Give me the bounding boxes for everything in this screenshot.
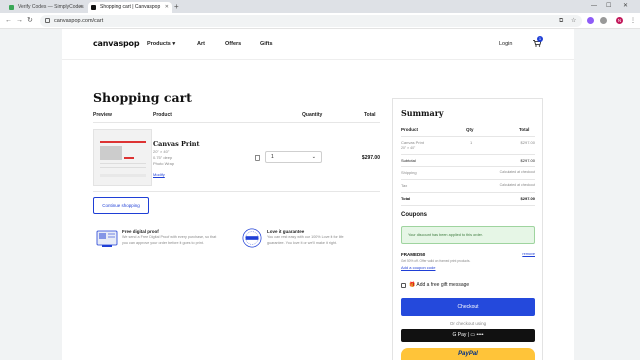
paypal-button[interactable]: PayPal [401, 348, 535, 360]
back-icon[interactable]: ← [5, 16, 12, 26]
feature-text: We send a Free Digital Proof with every … [122, 235, 217, 239]
simplycodes-favicon-icon [9, 5, 14, 10]
url-text: canvaspop.com/cart [54, 18, 104, 24]
maximize-icon[interactable]: ☐ [606, 2, 611, 11]
summary-item-qty: 1 [470, 140, 473, 145]
gift-message-checkbox[interactable] [401, 283, 406, 288]
guarantee-badge-icon [242, 228, 262, 248]
canvaspop-favicon-icon [91, 5, 96, 10]
chevron-down-icon: ⌄ [311, 154, 316, 160]
translate-icon[interactable]: ⧉ [559, 16, 563, 26]
forward-icon[interactable]: → [16, 16, 23, 26]
add-coupon-link[interactable]: Add a coupon code [401, 265, 435, 270]
bookmark-star-icon[interactable]: ☆ [571, 16, 576, 26]
divider [401, 136, 535, 137]
coupon-code: FRAMED50 [401, 252, 426, 257]
subtotal-value: $297.00 [520, 158, 535, 163]
feature-text: guarantee. You love it or we'll make it … [267, 241, 337, 245]
url-field[interactable]: canvaspop.com/cart [40, 15, 582, 27]
profile-avatar[interactable]: N [616, 17, 623, 24]
row-divider [93, 191, 380, 192]
tax-value: Calculated at checkout [499, 183, 535, 187]
gift-message-label[interactable]: 🎁 Add a free gift message [409, 282, 469, 288]
summary-item-size: 20" × 40" [401, 146, 416, 150]
total-value: $297.00 [520, 196, 535, 201]
summary-col-product: Product [401, 127, 419, 132]
site-info-icon[interactable] [45, 18, 50, 23]
summary-item-total: $297.00 [520, 140, 535, 145]
coupon-description: Get 50% off. Offer valid on framed print… [401, 259, 471, 263]
remove-coupon-link[interactable]: remove [513, 252, 535, 256]
product-depth: 0.75" deep [153, 155, 173, 160]
menu-kebab-icon[interactable]: ⋮ [630, 16, 636, 26]
nav-offers[interactable]: Offers [225, 41, 241, 47]
digital-proof-icon [96, 230, 118, 247]
product-size: 20" × 40" [153, 149, 170, 154]
col-product: Product [153, 112, 172, 118]
col-preview: Preview [93, 112, 112, 118]
browser-tab-bar: Verify Codes — SimplyCodes ✕ Shopping ca… [0, 0, 640, 13]
feature-title: Love it guarantee [267, 229, 305, 234]
cart-count-badge: 1 [537, 36, 543, 42]
product-preview-image [93, 129, 152, 186]
page-title: Shopping cart [93, 90, 192, 105]
checkout-button[interactable]: Checkout [401, 298, 535, 316]
reload-icon[interactable]: ↻ [27, 16, 33, 26]
login-link[interactable]: Login [499, 41, 512, 47]
feature-text: You can rest easy with our 100% Love it … [267, 235, 344, 239]
gift-icon: 🎁 [409, 282, 416, 288]
divider [401, 192, 535, 193]
tab-verify-codes[interactable]: Verify Codes — SimplyCodes ✕ [6, 2, 86, 13]
google-pay-button[interactable]: G Pay | ▭ •••• [401, 329, 535, 342]
close-tab-icon[interactable]: ✕ [79, 2, 83, 13]
minimize-icon[interactable]: — [591, 2, 597, 11]
nav-gifts[interactable]: Gifts [260, 41, 273, 47]
modify-link[interactable]: Modify [153, 172, 165, 177]
tax-label: Tax [401, 183, 408, 188]
shipping-label: Shipping [401, 170, 417, 175]
continue-shopping-button[interactable]: Continue shopping [93, 197, 149, 214]
summary-item-name: Canvas Print [401, 140, 424, 145]
product-wrap: Photo Wrap [153, 161, 175, 166]
new-tab-icon[interactable]: + [174, 2, 179, 12]
quantity-select[interactable]: 1 ⌄ [265, 151, 322, 163]
extension-icon[interactable] [587, 17, 594, 24]
or-checkout-text: Or checkout using [449, 321, 487, 326]
feature-title: Free digital proof [122, 229, 159, 234]
site-container: canvaspop Products ▾ Art Offers Gifts Lo… [62, 29, 574, 360]
divider [401, 179, 535, 180]
tab-title: Shopping cart | Canvaspop [100, 4, 161, 10]
site-logo[interactable]: canvaspop [93, 39, 140, 48]
page: canvaspop Products ▾ Art Offers Gifts Lo… [0, 29, 640, 360]
chevron-down-icon: ▾ [172, 41, 176, 47]
tab-title: Verify Codes — SimplyCodes [18, 4, 84, 10]
header-divider [93, 122, 380, 123]
subtotal-label: Subtotal [401, 158, 416, 163]
address-bar: ← → ↻ canvaspop.com/cart ⧉ ☆ N ⋮ [0, 13, 640, 29]
close-tab-icon[interactable]: ✕ [165, 2, 169, 13]
feature-text: you can approve your order before it goe… [122, 241, 204, 245]
shipping-value: Calculated at checkout [499, 170, 535, 174]
trash-icon[interactable] [255, 155, 260, 161]
col-total: Total [364, 112, 376, 118]
divider [401, 166, 535, 167]
summary-col-total: Total [519, 127, 530, 132]
nav-art[interactable]: Art [197, 41, 205, 47]
line-total: $297.00 [361, 155, 380, 161]
close-window-icon[interactable]: ✕ [623, 2, 628, 11]
summary-col-qty: Qty [466, 127, 474, 132]
divider [401, 205, 535, 206]
coupons-title: Coupons [401, 212, 427, 218]
order-summary: Summary Product Qty Total Canvas Print 2… [392, 98, 543, 360]
col-quantity: Quantity [302, 112, 323, 118]
header-divider [62, 59, 574, 60]
product-name: Canvas Print [153, 140, 200, 148]
tab-shopping-cart[interactable]: Shopping cart | Canvaspop ✕ [88, 2, 172, 13]
total-label: Total [401, 196, 411, 201]
nav-products[interactable]: Products ▾ [147, 41, 175, 47]
extensions-puzzle-icon[interactable] [600, 17, 607, 24]
discount-applied-alert: Your discount has been applied to this o… [401, 226, 535, 244]
summary-title: Summary [401, 108, 444, 118]
divider [401, 154, 535, 155]
